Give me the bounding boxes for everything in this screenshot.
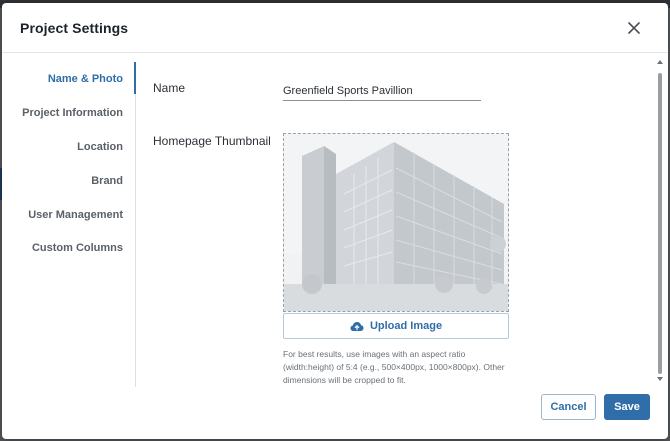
- sidebar-item-project-information[interactable]: Project Information: [22, 107, 123, 119]
- thumbnail-hint: For best results, use images with an asp…: [283, 349, 505, 385]
- scroll-up-arrow-icon[interactable]: [656, 58, 664, 66]
- project-settings-modal: Project Settings Name & Photo Project In…: [2, 3, 668, 439]
- scrollbar-thumb[interactable]: [658, 73, 662, 374]
- close-icon: [628, 22, 640, 34]
- sidebar-item-location[interactable]: Location: [77, 141, 123, 153]
- upload-image-label: Upload Image: [369, 320, 443, 332]
- cloud-upload-icon: [350, 321, 364, 331]
- modal-header: Project Settings: [2, 3, 668, 53]
- save-button[interactable]: Save: [604, 394, 650, 420]
- active-nav-indicator: [134, 62, 136, 94]
- upload-image-button[interactable]: Upload Image: [283, 313, 509, 339]
- thumbnail-label: Homepage Thumbnail: [153, 134, 271, 148]
- sidebar-item-user-management[interactable]: User Management: [28, 209, 123, 221]
- name-label: Name: [153, 81, 186, 95]
- building-photo: [284, 134, 508, 311]
- thumbnail-preview[interactable]: [283, 133, 509, 312]
- sidebar-item-brand[interactable]: Brand: [91, 175, 123, 187]
- sidebar-item-custom-columns[interactable]: Custom Columns: [32, 242, 123, 254]
- cancel-button[interactable]: Cancel: [541, 394, 596, 420]
- project-name-input[interactable]: [283, 83, 481, 101]
- scroll-down-arrow-icon[interactable]: [656, 375, 664, 383]
- close-button[interactable]: [624, 18, 644, 38]
- modal-title: Project Settings: [20, 20, 129, 36]
- settings-sidenav: Name & Photo Project Information Locatio…: [2, 62, 136, 387]
- sidebar-item-name-photo[interactable]: Name & Photo: [48, 73, 123, 85]
